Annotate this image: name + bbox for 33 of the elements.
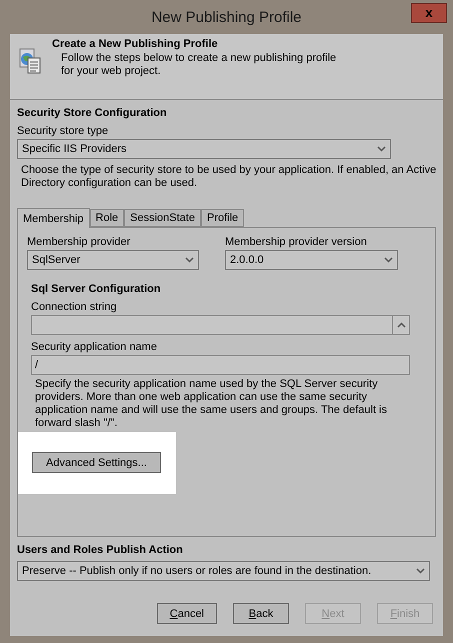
field-label: Membership provider version [225,236,368,248]
version-dropdown[interactable]: 2.0.0.0 [225,250,398,270]
application-name-field[interactable]: / [31,355,410,375]
field-label: Connection string [31,301,118,313]
document-globe-icon [18,48,42,74]
advanced-settings-button[interactable]: Advanced Settings... [32,452,161,473]
close-button[interactable]: x [411,3,447,23]
header-description: Follow the steps below to create a new publishing profile for your web project. [60,52,338,78]
tab[interactable]: Membership [17,208,90,228]
window-title: New Publishing Profile [151,8,302,26]
field-label: Membership provider [27,236,132,248]
field-label: Security store type [17,125,110,137]
publish-action-dropdown[interactable]: Preserve -- Publish only if no users or roles are found in the destination. [17,561,430,581]
security-store-description: Choose the type of security store to be used by your application. If enabled, an Active Directory configuration can be used. [21,164,438,190]
chevron-down-icon [416,568,425,574]
field-label: Security application name [31,341,158,353]
section-heading: Security Store Configuration [17,107,168,119]
chevron-down-icon [185,257,194,263]
chevron-down-icon [377,146,386,152]
provider-dropdown[interactable]: SqlServer [27,250,199,270]
wizard-button[interactable]: Cancel [156,603,217,624]
security-store-dropdown[interactable]: Specific IIS Providers [17,139,391,159]
wizard-button[interactable]: Back [233,603,289,624]
section-heading: Users and Roles Publish Action [17,544,184,556]
header-title: Create a New Publishing Profile [52,38,219,50]
section-heading: Sql Server Configuration [31,283,162,295]
tab[interactable]: SessionState [124,209,201,227]
tab[interactable]: Profile [200,209,244,227]
application-name-description: Specify the security application name used by the SQL Server security providers. More than one web application can use the same security application name and will use the same users and groups. The default is forward slash "/". [35,378,388,430]
chevron-down-icon [384,257,393,263]
chevron-up-icon [396,322,406,328]
tab[interactable]: Role [90,209,124,227]
connection-string-field[interactable] [31,315,410,335]
